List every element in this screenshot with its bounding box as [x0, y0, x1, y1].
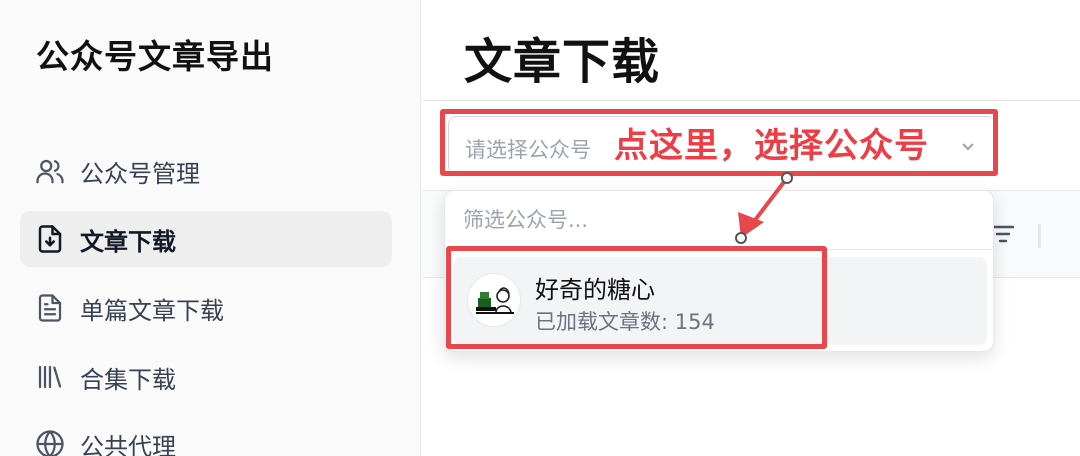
sidebar: 公众号文章导出 公众号管理 文章下载 单篇文章下载 合集下载 公共代理 [0, 0, 421, 456]
file-text-icon [34, 292, 66, 324]
sidebar-item-collection-download[interactable]: 合集下载 [20, 349, 392, 405]
sidebar-item-label: 单篇文章下载 [80, 296, 224, 325]
page-title: 文章下载 [464, 34, 661, 90]
file-download-icon [34, 223, 66, 255]
globe-icon [34, 428, 66, 456]
sidebar-item-label: 合集下载 [80, 365, 176, 394]
header-divider [422, 100, 1080, 101]
column-divider [1038, 224, 1041, 248]
sidebar-item-public-proxy[interactable]: 公共代理 [20, 416, 392, 456]
app-title: 公众号文章导出 [36, 37, 274, 76]
sidebar-item-single-article-download[interactable]: 单篇文章下载 [20, 280, 392, 336]
account-filter-input[interactable] [445, 191, 993, 249]
main-content: 文章下载 请选择公众号 点这里，选择公众号 筛选公众号... 好奇的糖心 已加载… [422, 0, 1080, 456]
sidebar-item-label: 公共代理 [80, 432, 176, 456]
annotation-text: 点这里，选择公众号 [614, 126, 929, 166]
sidebar-item-label: 文章下载 [80, 227, 176, 256]
library-icon [34, 361, 66, 393]
users-icon [34, 155, 66, 187]
sidebar-item-article-download[interactable]: 文章下载 [20, 211, 392, 267]
sidebar-item-account-management[interactable]: 公众号管理 [20, 143, 392, 199]
annotation-highlight-option [446, 246, 827, 349]
sidebar-item-label: 公众号管理 [80, 159, 200, 188]
